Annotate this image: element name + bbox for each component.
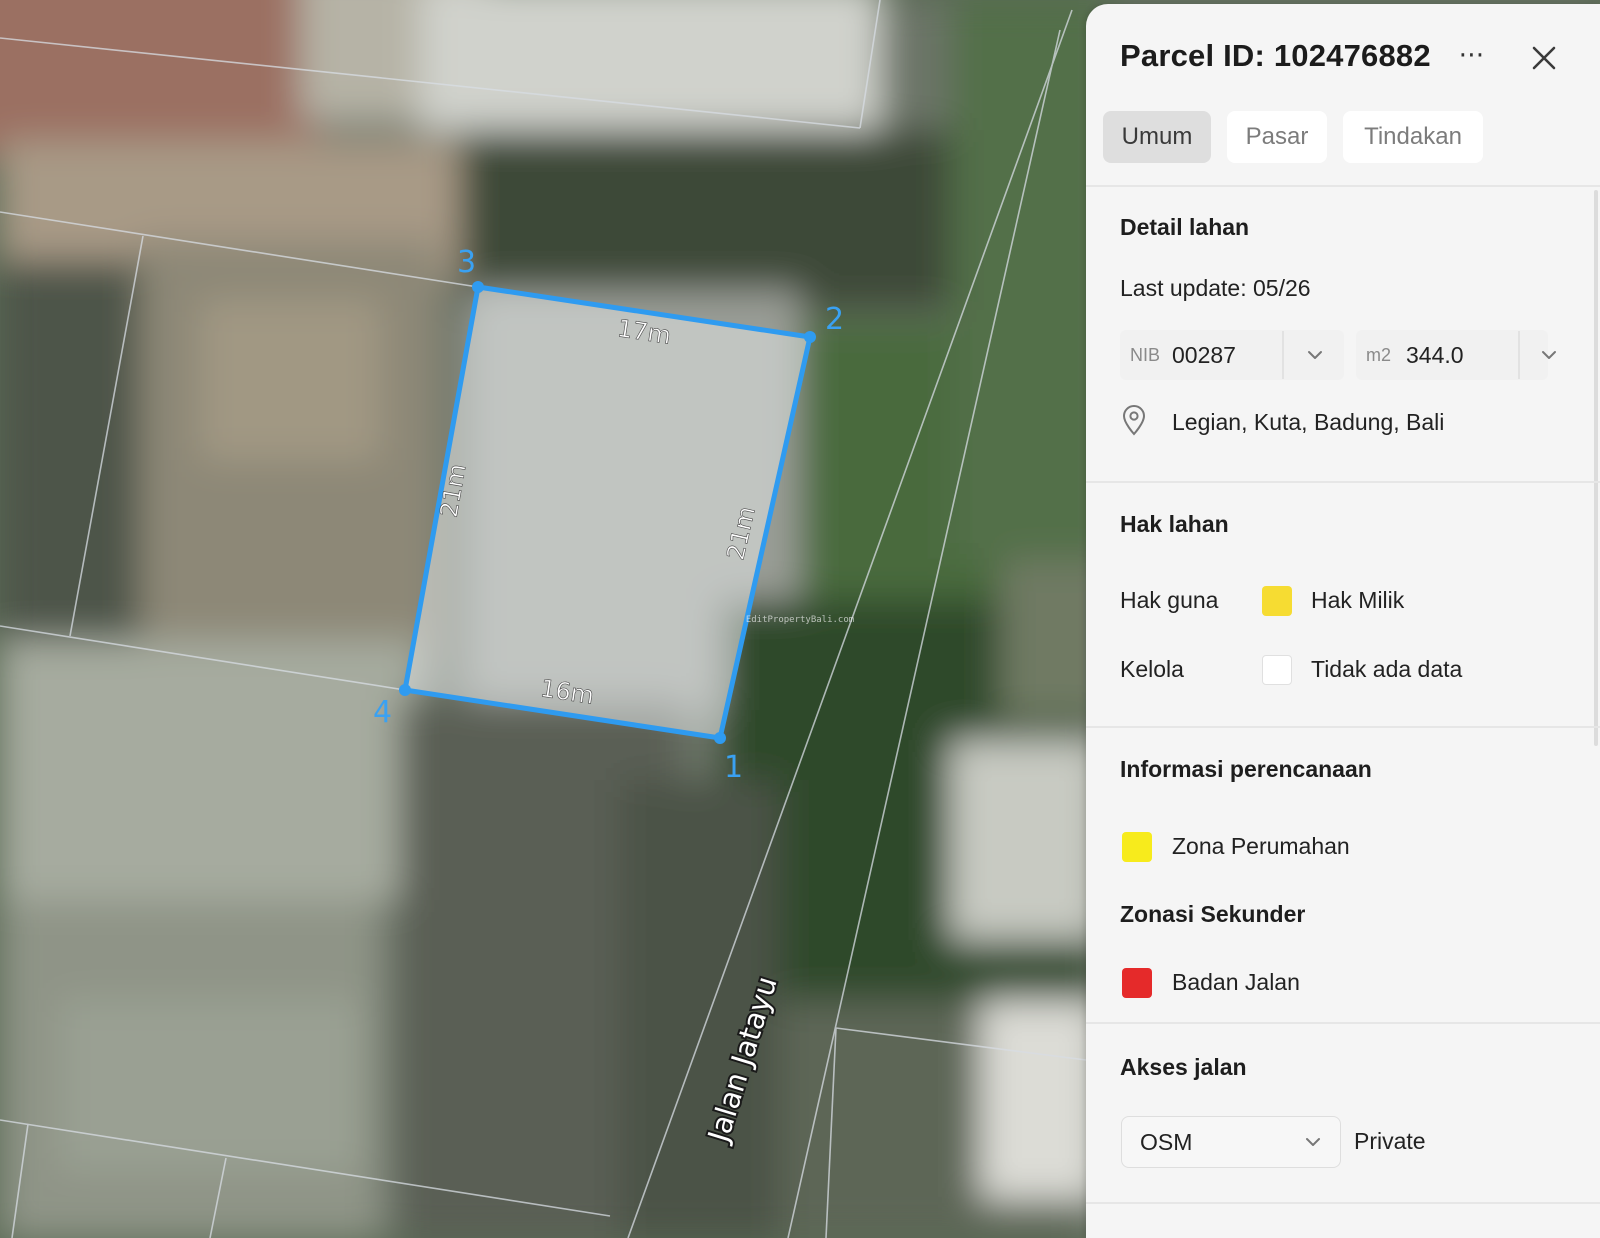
nib-chevron-down-icon[interactable] bbox=[1304, 344, 1326, 366]
panel-header: Parcel ID: 102476882 ⋯ bbox=[1120, 38, 1580, 82]
vertex-label-1: 1 bbox=[724, 750, 743, 785]
road-access-value: Private bbox=[1354, 1128, 1426, 1154]
parcel-info-panel: Parcel ID: 102476882 ⋯ Umum Pasar Tindak… bbox=[1086, 4, 1600, 1238]
zone-secondary-text: Badan Jalan bbox=[1172, 969, 1300, 995]
rights-swatch-hak-milik bbox=[1262, 586, 1292, 616]
rights-label-hak-guna: Hak guna bbox=[1120, 587, 1219, 613]
rights-value-hak-milik: Hak Milik bbox=[1311, 587, 1405, 613]
rights-value-no-data: Tidak ada data bbox=[1311, 656, 1463, 682]
divider bbox=[1086, 185, 1600, 187]
road-source-value: OSM bbox=[1140, 1129, 1193, 1155]
zone-swatch-perumahan bbox=[1122, 832, 1152, 862]
section-heading-road-access: Akses jalan bbox=[1120, 1054, 1247, 1080]
vertex-label-2: 2 bbox=[825, 302, 844, 337]
more-options-icon[interactable]: ⋯ bbox=[1452, 40, 1492, 78]
divider bbox=[1086, 481, 1600, 483]
location-text: Legian, Kuta, Badung, Bali bbox=[1172, 409, 1445, 435]
area-chevron-down-icon[interactable] bbox=[1538, 344, 1560, 366]
zone-swatch-badan-jalan bbox=[1122, 968, 1152, 998]
area-value: 344.0 bbox=[1406, 342, 1464, 368]
road-source-select[interactable]: OSM bbox=[1121, 1116, 1341, 1168]
nib-value: 00287 bbox=[1172, 342, 1236, 368]
section-heading-rights: Hak lahan bbox=[1120, 511, 1229, 537]
vertex-label-3: 3 bbox=[457, 245, 476, 280]
nib-prefix: NIB bbox=[1130, 345, 1161, 365]
section-heading-secondary-zoning: Zonasi Sekunder bbox=[1120, 901, 1306, 927]
divider bbox=[1086, 1022, 1600, 1024]
tab-tindakan[interactable]: Tindakan bbox=[1343, 111, 1483, 163]
section-heading-planning: Informasi perencanaan bbox=[1120, 756, 1372, 782]
close-icon[interactable] bbox=[1524, 38, 1564, 78]
watermark: EditPropertyBali.com bbox=[746, 615, 854, 625]
parcel-vertex[interactable] bbox=[804, 331, 816, 343]
chevron-down-icon bbox=[1302, 1131, 1324, 1153]
divider bbox=[1086, 1202, 1600, 1204]
section-heading-detail: Detail lahan bbox=[1120, 214, 1250, 240]
area-prefix: m2 bbox=[1366, 345, 1392, 365]
rights-swatch-no-data bbox=[1262, 655, 1292, 685]
tab-umum[interactable]: Umum bbox=[1103, 111, 1211, 163]
tab-pasar[interactable]: Pasar bbox=[1227, 111, 1327, 163]
scrollbar[interactable] bbox=[1594, 190, 1598, 746]
field-separator bbox=[1518, 331, 1520, 379]
last-update-text: Last update: 05/26 bbox=[1120, 275, 1311, 301]
field-separator bbox=[1282, 331, 1284, 379]
parcel-vertex[interactable] bbox=[714, 732, 726, 744]
rights-label-kelola: Kelola bbox=[1120, 656, 1184, 682]
zone-primary-text: Zona Perumahan bbox=[1172, 833, 1350, 859]
parcel-vertex[interactable] bbox=[472, 281, 484, 293]
location-pin-icon bbox=[1120, 404, 1148, 436]
parcel-title: Parcel ID: 102476882 bbox=[1120, 38, 1431, 73]
parcel-vertex[interactable] bbox=[399, 684, 411, 696]
vertex-label-4: 4 bbox=[373, 695, 392, 730]
divider bbox=[1086, 726, 1600, 728]
